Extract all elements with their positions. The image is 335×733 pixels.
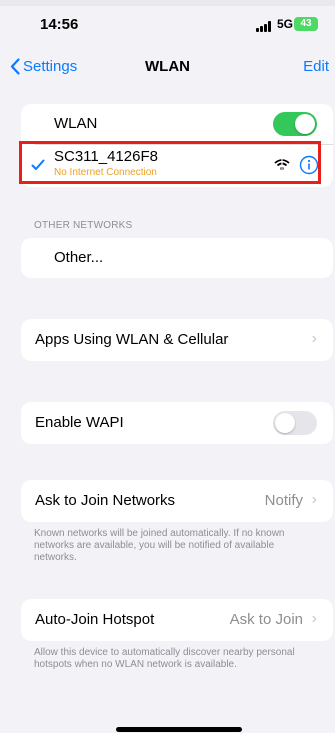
auto-join-hotspot-row[interactable]: Auto-Join Hotspot Ask to Join ›	[21, 599, 333, 641]
page-title: WLAN	[145, 58, 190, 75]
other-networks-card: Other...	[21, 238, 333, 278]
chevron-right-icon: ›	[311, 330, 317, 347]
chevron-right-icon: ›	[311, 491, 317, 508]
apps-using-card: Apps Using WLAN & Cellular ›	[21, 319, 333, 361]
status-time: 14:56	[40, 16, 79, 33]
cellular-signal-icon	[256, 21, 274, 32]
other-network-row[interactable]: Other...	[21, 238, 333, 278]
top-crop-strip	[0, 0, 335, 6]
auto-join-hotspot-label: Auto-Join Hotspot	[35, 611, 155, 628]
chevron-right-icon: ›	[311, 610, 317, 627]
ask-to-join-row[interactable]: Ask to Join Networks Notify ›	[21, 480, 333, 522]
wapi-row: Enable WAPI	[21, 402, 333, 444]
wlan-toggle-switch[interactable]	[273, 112, 317, 136]
wapi-toggle-switch[interactable]	[273, 411, 317, 435]
navigation-bar: Settings WLAN Edit	[0, 54, 335, 84]
apps-using-label: Apps Using WLAN & Cellular	[35, 331, 229, 348]
wapi-label: Enable WAPI	[35, 414, 124, 431]
other-networks-header: OTHER NETWORKS	[34, 220, 133, 231]
status-bar: 14:56 5G 43	[0, 12, 335, 38]
wlan-toggle-row: WLAN	[21, 104, 333, 144]
network-type: 5G	[277, 17, 294, 31]
auto-join-hotspot-card: Auto-Join Hotspot Ask to Join ›	[21, 599, 333, 641]
auto-join-hotspot-footnote: Allow this device to automatically disco…	[34, 647, 295, 670]
ask-to-join-card: Ask to Join Networks Notify ›	[21, 480, 333, 522]
wlan-label: WLAN	[54, 115, 98, 132]
ask-to-join-label: Ask to Join Networks	[35, 492, 176, 509]
edit-button[interactable]: Edit	[303, 58, 329, 75]
apps-using-row[interactable]: Apps Using WLAN & Cellular ›	[21, 319, 333, 361]
wapi-card: Enable WAPI	[21, 402, 333, 444]
battery-icon: 43	[294, 17, 318, 31]
home-indicator	[116, 727, 242, 732]
ask-to-join-footnote: Known networks will be joined automatica…	[34, 528, 285, 563]
auto-join-hotspot-value: Ask to Join	[229, 611, 303, 628]
red-highlight-box	[19, 141, 321, 184]
ask-to-join-value: Notify	[264, 492, 303, 509]
other-label: Other...	[54, 249, 104, 266]
